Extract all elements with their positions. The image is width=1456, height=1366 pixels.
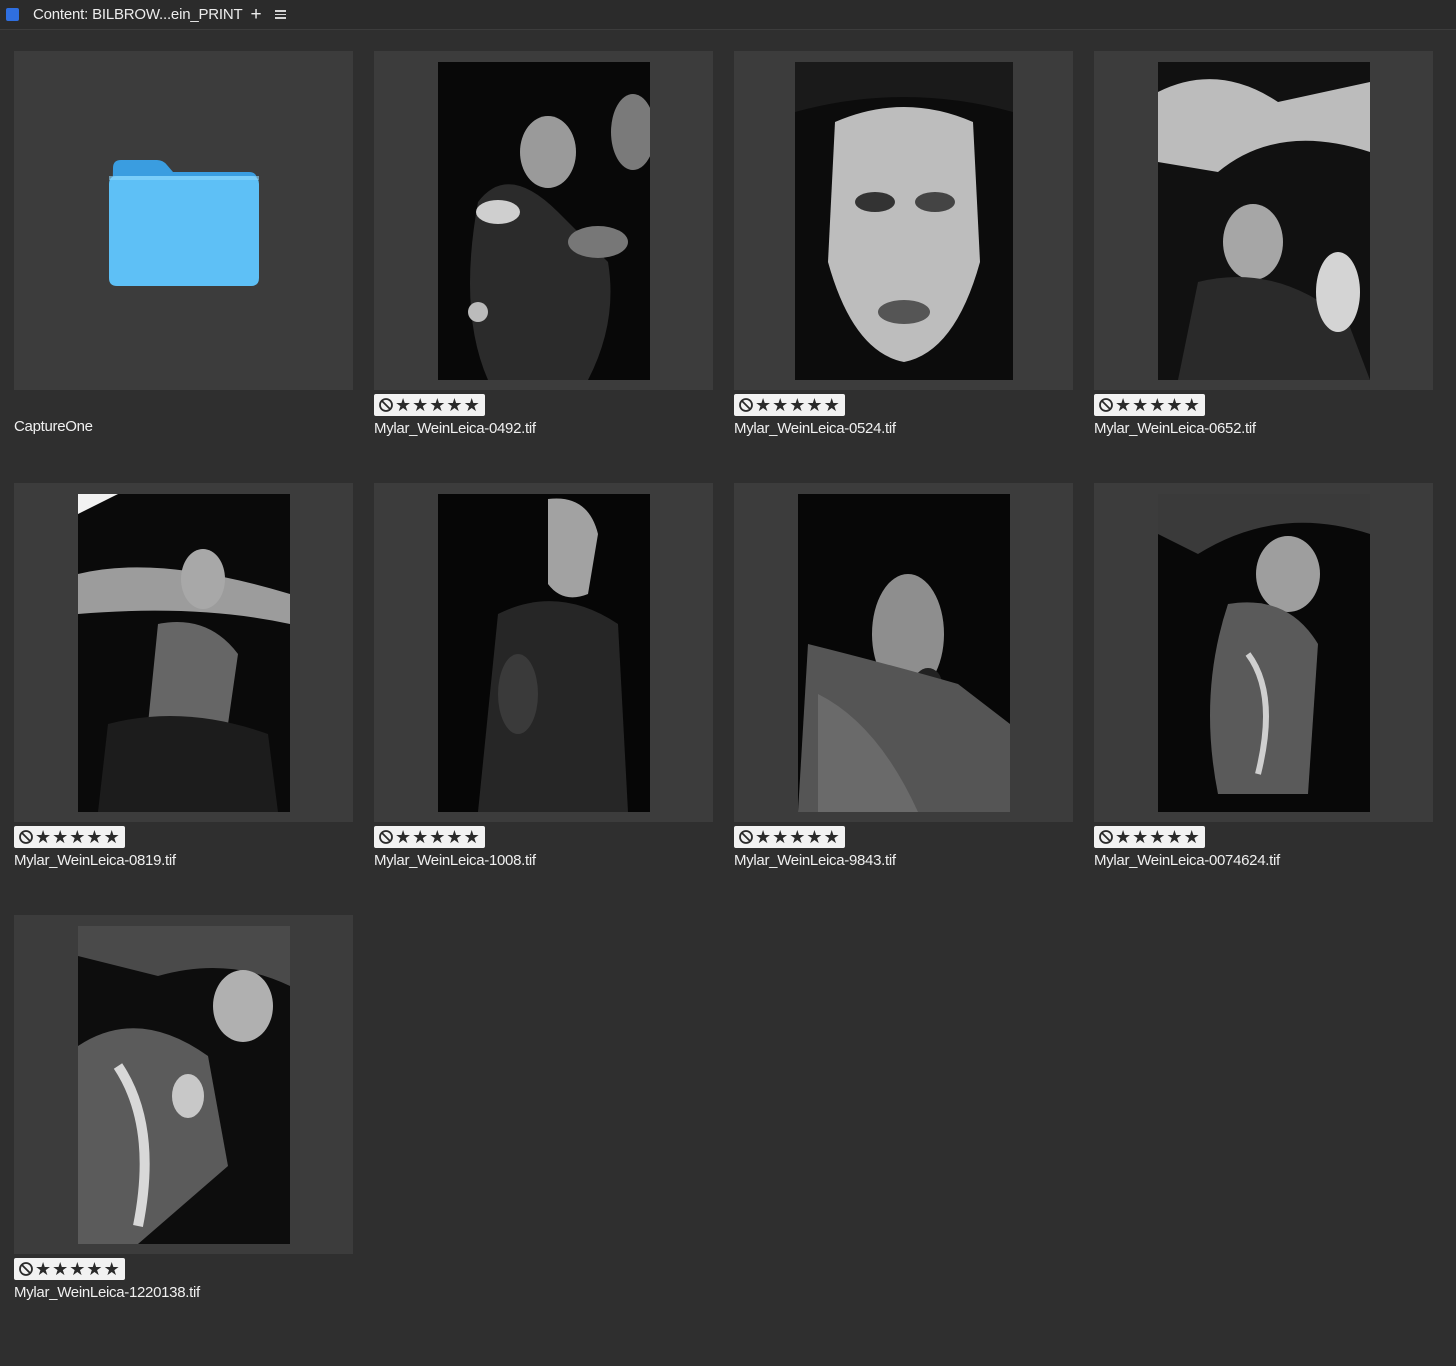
plus-icon[interactable]: + bbox=[250, 5, 261, 24]
star-icon[interactable]: ★ bbox=[806, 396, 822, 414]
photo-preview bbox=[437, 493, 650, 812]
star-icon[interactable]: ★ bbox=[52, 1260, 68, 1278]
image-thumbnail[interactable] bbox=[734, 51, 1073, 390]
rating-badge[interactable]: ★ ★ ★ ★ ★ bbox=[374, 394, 485, 416]
photo-preview bbox=[1157, 493, 1370, 812]
star-icon[interactable]: ★ bbox=[1132, 396, 1148, 414]
star-icon[interactable]: ★ bbox=[1166, 396, 1182, 414]
star-icon[interactable]: ★ bbox=[446, 396, 462, 414]
image-thumbnail[interactable] bbox=[14, 483, 353, 822]
image-tile[interactable]: ★ ★ ★ ★ ★ Mylar_WeinLeica-0652.tif bbox=[1094, 51, 1433, 437]
star-icon[interactable]: ★ bbox=[104, 828, 120, 846]
image-tile[interactable]: ★ ★ ★ ★ ★ Mylar_WeinLeica-0819.tif bbox=[14, 483, 353, 869]
reject-icon[interactable] bbox=[738, 829, 754, 845]
photo-preview bbox=[77, 925, 290, 1244]
star-icon[interactable]: ★ bbox=[395, 828, 411, 846]
star-icon[interactable]: ★ bbox=[789, 396, 805, 414]
file-name: Mylar_WeinLeica-0652.tif bbox=[1094, 420, 1256, 437]
file-name: Mylar_WeinLeica-9843.tif bbox=[734, 852, 896, 869]
rating-badge[interactable]: ★ ★ ★ ★ ★ bbox=[14, 1258, 125, 1280]
folder-tile[interactable]: CaptureOne bbox=[14, 51, 353, 435]
star-icon[interactable]: ★ bbox=[755, 396, 771, 414]
rating-badge[interactable]: ★ ★ ★ ★ ★ bbox=[1094, 826, 1205, 848]
star-icon[interactable]: ★ bbox=[1115, 828, 1131, 846]
star-icon[interactable]: ★ bbox=[446, 828, 462, 846]
star-icon[interactable]: ★ bbox=[806, 828, 822, 846]
star-icon[interactable]: ★ bbox=[86, 1260, 102, 1278]
star-icon[interactable]: ★ bbox=[1184, 396, 1200, 414]
image-tile[interactable]: ★ ★ ★ ★ ★ Mylar_WeinLeica-1008.tif bbox=[374, 483, 713, 869]
folder-icon bbox=[108, 159, 259, 286]
rating-badge[interactable]: ★ ★ ★ ★ ★ bbox=[734, 826, 845, 848]
folder-thumbnail[interactable] bbox=[14, 51, 353, 390]
star-icon[interactable]: ★ bbox=[1184, 828, 1200, 846]
image-thumbnail[interactable] bbox=[14, 915, 353, 1254]
reject-icon[interactable] bbox=[378, 829, 394, 845]
file-name: Mylar_WeinLeica-1008.tif bbox=[374, 852, 536, 869]
star-icon[interactable]: ★ bbox=[772, 396, 788, 414]
image-tile[interactable]: ★ ★ ★ ★ ★ Mylar_WeinLeica-9843.tif bbox=[734, 483, 1073, 869]
image-thumbnail[interactable] bbox=[374, 51, 713, 390]
file-name: Mylar_WeinLeica-0492.tif bbox=[374, 420, 536, 437]
photo-preview bbox=[797, 493, 1010, 812]
photo-preview bbox=[1157, 61, 1370, 380]
star-icon[interactable]: ★ bbox=[395, 396, 411, 414]
reject-icon[interactable] bbox=[738, 397, 754, 413]
reject-icon[interactable] bbox=[18, 829, 34, 845]
content-panel-header: Content: BILBROW...ein_PRINT + bbox=[0, 0, 1456, 30]
star-icon[interactable]: ★ bbox=[35, 828, 51, 846]
star-icon[interactable]: ★ bbox=[52, 828, 68, 846]
file-name: Mylar_WeinLeica-0524.tif bbox=[734, 420, 896, 437]
star-icon[interactable]: ★ bbox=[35, 1260, 51, 1278]
image-thumbnail[interactable] bbox=[734, 483, 1073, 822]
photo-preview bbox=[77, 493, 290, 812]
hamburger-menu-icon[interactable] bbox=[274, 10, 286, 19]
photo-preview bbox=[437, 61, 650, 380]
reject-icon[interactable] bbox=[1098, 829, 1114, 845]
star-icon[interactable]: ★ bbox=[464, 396, 480, 414]
star-icon[interactable]: ★ bbox=[69, 828, 85, 846]
file-name: Mylar_WeinLeica-0819.tif bbox=[14, 852, 176, 869]
image-tile[interactable]: ★ ★ ★ ★ ★ Mylar_WeinLeica-0492.tif bbox=[374, 51, 713, 437]
panel-color-icon bbox=[6, 8, 19, 21]
image-tile[interactable]: ★ ★ ★ ★ ★ Mylar_WeinLeica-0524.tif bbox=[734, 51, 1073, 437]
star-icon[interactable]: ★ bbox=[1115, 396, 1131, 414]
star-icon[interactable]: ★ bbox=[412, 396, 428, 414]
panel-title: Content: BILBROW...ein_PRINT bbox=[33, 6, 243, 23]
image-thumbnail[interactable] bbox=[374, 483, 713, 822]
rating-badge[interactable]: ★ ★ ★ ★ ★ bbox=[734, 394, 845, 416]
star-icon[interactable]: ★ bbox=[824, 396, 840, 414]
star-icon[interactable]: ★ bbox=[789, 828, 805, 846]
image-tile[interactable]: ★ ★ ★ ★ ★ Mylar_WeinLeica-1220138.tif bbox=[14, 915, 353, 1301]
star-icon[interactable]: ★ bbox=[429, 828, 445, 846]
star-icon[interactable]: ★ bbox=[772, 828, 788, 846]
star-icon[interactable]: ★ bbox=[104, 1260, 120, 1278]
photo-preview bbox=[794, 61, 1013, 380]
star-icon[interactable]: ★ bbox=[824, 828, 840, 846]
star-icon[interactable]: ★ bbox=[755, 828, 771, 846]
star-icon[interactable]: ★ bbox=[1149, 828, 1165, 846]
folder-name: CaptureOne bbox=[14, 418, 93, 435]
star-icon[interactable]: ★ bbox=[86, 828, 102, 846]
file-name: Mylar_WeinLeica-0074624.tif bbox=[1094, 852, 1280, 869]
reject-icon[interactable] bbox=[378, 397, 394, 413]
star-icon[interactable]: ★ bbox=[464, 828, 480, 846]
image-thumbnail[interactable] bbox=[1094, 51, 1433, 390]
file-name: Mylar_WeinLeica-1220138.tif bbox=[14, 1284, 200, 1301]
rating-badge[interactable]: ★ ★ ★ ★ ★ bbox=[1094, 394, 1205, 416]
star-icon[interactable]: ★ bbox=[69, 1260, 85, 1278]
image-tile[interactable]: ★ ★ ★ ★ ★ Mylar_WeinLeica-0074624.tif bbox=[1094, 483, 1433, 869]
star-icon[interactable]: ★ bbox=[1149, 396, 1165, 414]
star-icon[interactable]: ★ bbox=[1166, 828, 1182, 846]
star-icon[interactable]: ★ bbox=[412, 828, 428, 846]
rating-badge[interactable]: ★ ★ ★ ★ ★ bbox=[14, 826, 125, 848]
star-icon[interactable]: ★ bbox=[429, 396, 445, 414]
reject-icon[interactable] bbox=[1098, 397, 1114, 413]
image-thumbnail[interactable] bbox=[1094, 483, 1433, 822]
rating-badge[interactable]: ★ ★ ★ ★ ★ bbox=[374, 826, 485, 848]
star-icon[interactable]: ★ bbox=[1132, 828, 1148, 846]
reject-icon[interactable] bbox=[18, 1261, 34, 1277]
